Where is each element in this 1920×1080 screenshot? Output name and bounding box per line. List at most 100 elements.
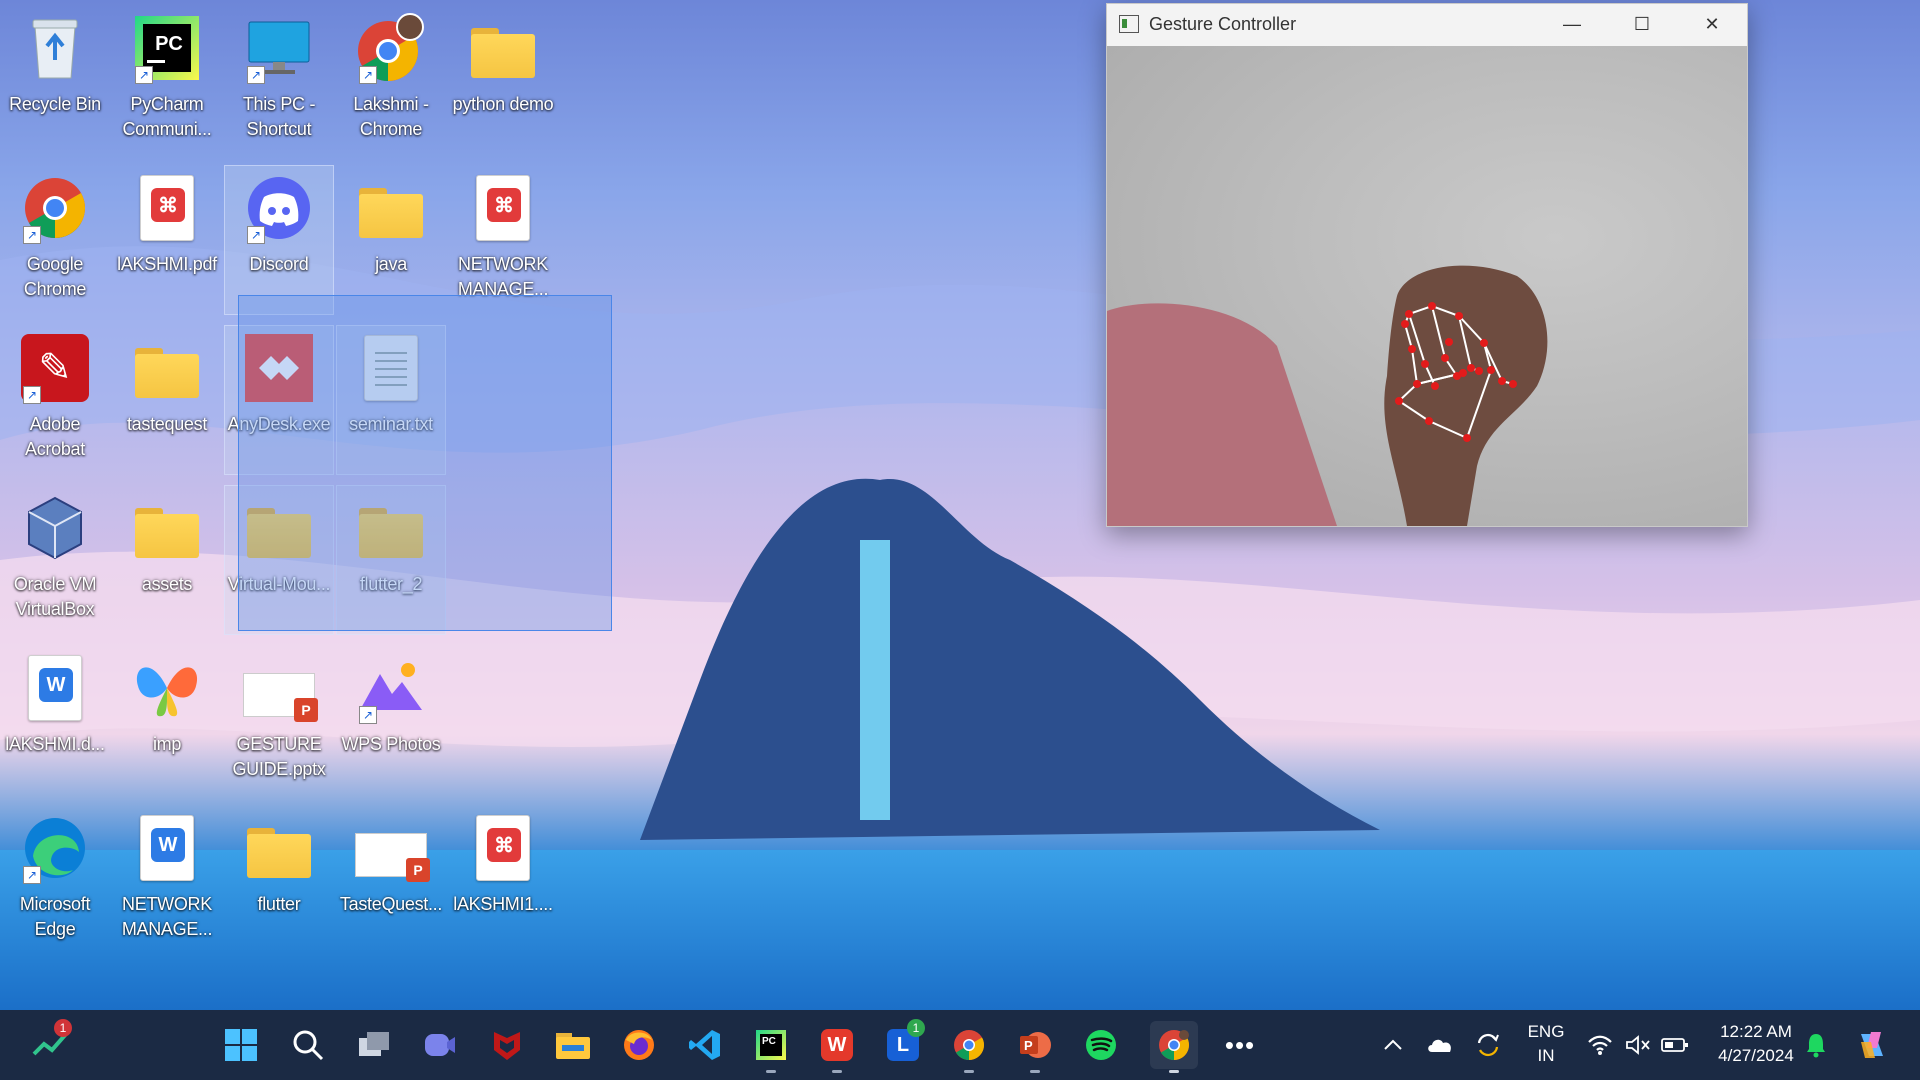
shortcut-arrow-icon: ↗ (135, 66, 153, 84)
taskbar-pycharm[interactable]: PC (747, 1021, 795, 1073)
icon-label: java (375, 254, 407, 274)
shortcut-arrow-icon: ↗ (247, 226, 265, 244)
volume-button[interactable] (1618, 1021, 1658, 1069)
close-button[interactable]: ✕ (1677, 4, 1747, 44)
desktop-icon-pycharm[interactable]: PC ↗ PyCharm Communi... (112, 5, 222, 155)
notification-badge: 1 (54, 1019, 72, 1037)
language-indicator[interactable]: ENG IN (1516, 1020, 1576, 1068)
desktop-icon-gesture-guide[interactable]: P GESTURE GUIDE.pptx (224, 645, 334, 795)
window-app-icon (1119, 15, 1139, 33)
chrome-icon: ↗ (19, 172, 91, 244)
taskbar-chrome-profile[interactable] (1150, 1021, 1198, 1073)
discord-icon: ↗ (243, 172, 315, 244)
folder-icon (243, 812, 315, 884)
search-icon (293, 1030, 324, 1061)
chrome-profile-icon (1159, 1030, 1190, 1060)
desktop-icon-network-manage-doc[interactable]: W NETWORK MANAGE... (112, 805, 222, 955)
taskbar-stocks-widget[interactable]: 1 (26, 1019, 74, 1069)
taskbar-vscode[interactable] (681, 1021, 729, 1069)
start-button[interactable] (217, 1021, 265, 1069)
desktop-icon-microsoft-edge[interactable]: ↗ Microsoft Edge (0, 805, 110, 955)
onedrive-button[interactable] (1418, 1021, 1462, 1069)
window-titlebar[interactable]: Gesture Controller — ☐ ✕ (1107, 4, 1747, 44)
shortcut-arrow-icon: ↗ (23, 226, 41, 244)
language-code: ENG (1527, 1022, 1565, 1041)
desktop-icon-java[interactable]: java (336, 165, 446, 315)
desktop-icon-tastequest[interactable]: tastequest (112, 325, 222, 475)
edge-icon: ↗ (19, 812, 91, 884)
desktop-icon-this-pc[interactable]: ↗ This PC - Shortcut (224, 5, 334, 155)
taskbar-spotify[interactable] (1077, 1021, 1125, 1069)
pycharm-icon: PC (756, 1030, 786, 1060)
wps-photos-icon: ↗ (355, 652, 427, 724)
sync-icon (1477, 1033, 1499, 1057)
taskbar-meet[interactable] (416, 1021, 464, 1069)
desktop-icon-network-manage-pdf[interactable]: ⌘ NETWORK MANAGE... (448, 165, 558, 315)
word-doc-icon: W (19, 652, 91, 724)
maximize-button[interactable]: ☐ (1607, 4, 1677, 44)
task-view-button[interactable] (350, 1021, 398, 1069)
icon-label: TasteQuest... (339, 894, 443, 914)
desktop-icon-lakshmi-doc[interactable]: W lAKSHMI.d... (0, 645, 110, 795)
battery-icon (1661, 1038, 1688, 1052)
chrome-profile-icon: ↗ (355, 12, 427, 84)
taskbar-more[interactable]: ••• (1216, 1021, 1264, 1069)
shortcut-arrow-icon: ↗ (23, 386, 41, 404)
notifications-button[interactable] (1796, 1021, 1836, 1069)
search-button[interactable] (284, 1021, 332, 1069)
bell-icon (1807, 1034, 1825, 1058)
shortcut-arrow-icon: ↗ (247, 66, 265, 84)
pdf-icon: ⌘ (467, 172, 539, 244)
taskbar-chrome[interactable] (945, 1021, 993, 1073)
desktop-icon-lakshmi-pdf[interactable]: ⌘ lAKSHMI.pdf (112, 165, 222, 315)
desktop-icon-discord[interactable]: ↗ Discord (224, 165, 334, 315)
running-indicator (1030, 1070, 1040, 1073)
icon-label: WPS Photos (341, 734, 441, 754)
desktop-icon-tastequest-pptx[interactable]: P TasteQuest... (336, 805, 446, 955)
desktop-icon-lakshmi-chrome[interactable]: ↗ Lakshmi - Chrome (336, 5, 446, 155)
copilot-icon (1861, 1032, 1883, 1058)
desktop-icon-python-demo[interactable]: python demo (448, 5, 558, 155)
desktop-icon-recycle-bin[interactable]: Recycle Bin (0, 5, 110, 155)
icon-label: This PC - Shortcut (242, 94, 316, 139)
sync-button[interactable] (1466, 1021, 1510, 1069)
this-pc-icon: ↗ (243, 12, 315, 84)
show-hidden-icons-button[interactable] (1368, 1021, 1418, 1069)
pdf-icon: ⌘ (467, 812, 539, 884)
taskbar-firefox[interactable] (615, 1021, 663, 1069)
icon-label: Google Chrome (23, 254, 87, 299)
chevron-up-icon (1384, 1039, 1402, 1050)
pptx-icon: P (243, 652, 318, 724)
region-code: IN (1537, 1046, 1555, 1065)
cloud-icon (1428, 1039, 1451, 1052)
battery-button[interactable] (1655, 1021, 1695, 1069)
desktop-icon-adobe-acrobat[interactable]: ✎ ↗ Adobe Acrobat (0, 325, 110, 475)
folder-icon (355, 172, 427, 244)
taskbar-powerpoint[interactable]: P (1011, 1021, 1059, 1073)
selection-rectangle (238, 295, 612, 631)
minimize-button[interactable]: — (1537, 4, 1607, 44)
taskbar-file-explorer[interactable] (549, 1021, 597, 1069)
file-explorer-icon (556, 1033, 590, 1059)
taskbar-launcher[interactable]: L 1 (879, 1019, 927, 1069)
desktop-icon-oracle-virtualbox[interactable]: Oracle VM VirtualBox (0, 485, 110, 635)
icon-label: Discord (249, 254, 309, 274)
desktop-icon-google-chrome[interactable]: ↗ Google Chrome (0, 165, 110, 315)
notification-badge: 1 (907, 1019, 925, 1037)
taskbar-wps-office[interactable]: W (813, 1021, 861, 1073)
powerpoint-icon: P (1020, 1032, 1051, 1058)
gesture-controller-window[interactable]: Gesture Controller — ☐ ✕ (1106, 3, 1748, 527)
desktop-icon-wps-photos[interactable]: ↗ WPS Photos (336, 645, 446, 795)
desktop-icon-imp[interactable]: imp (112, 645, 222, 795)
copilot-button[interactable] (1850, 1021, 1894, 1069)
icon-label: assets (141, 574, 193, 594)
desktop-icon-lakshmi1-pdf[interactable]: ⌘ lAKSHMI1.... (448, 805, 558, 955)
icon-label: lAKSHMI.d... (5, 734, 105, 754)
vscode-icon (689, 1030, 720, 1060)
network-button[interactable] (1580, 1021, 1620, 1069)
desktop-icon-assets[interactable]: assets (112, 485, 222, 635)
firefox-icon (624, 1030, 654, 1060)
desktop-icon-flutter[interactable]: flutter (224, 805, 334, 955)
shortcut-arrow-icon: ↗ (359, 66, 377, 84)
taskbar-mcafee[interactable] (483, 1021, 531, 1069)
